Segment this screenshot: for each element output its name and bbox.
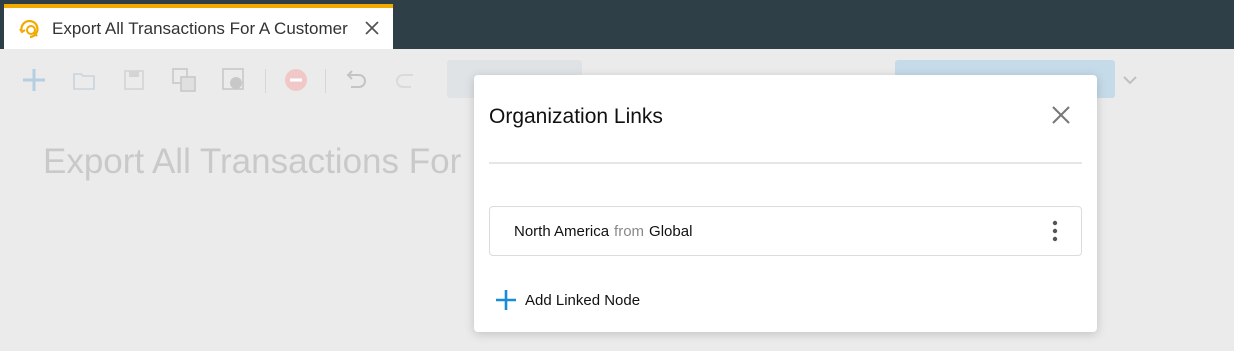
close-icon[interactable]: [1049, 103, 1073, 127]
linked-node-text: North America from Global: [514, 223, 692, 240]
linked-node-source: Global: [649, 223, 693, 240]
dialog-divider: [489, 162, 1082, 164]
undo-icon[interactable]: [343, 67, 369, 93]
toolbar-separator: [265, 69, 266, 93]
organization-links-dialog: Organization Links North America from Glob…: [474, 75, 1097, 332]
dialog-title: Organization Links: [489, 105, 663, 128]
add-icon[interactable]: [21, 67, 47, 93]
linked-node-name: North America: [514, 223, 610, 240]
page-title: Export All Transactions For: [43, 142, 462, 181]
add-linked-node-button[interactable]: Add Linked Node: [495, 288, 640, 312]
tab-bar: Export All Transactions For A Customer: [0, 0, 1234, 49]
redo-icon[interactable]: [393, 67, 419, 93]
save-info-icon[interactable]: [221, 67, 247, 93]
open-folder-icon[interactable]: [72, 67, 96, 93]
more-options-icon[interactable]: [1048, 219, 1062, 243]
tab-title: Export All Transactions For A Customer: [52, 19, 348, 38]
chevron-down-icon[interactable]: [1121, 67, 1139, 93]
copy-icon[interactable]: [171, 67, 197, 93]
document-tab[interactable]: Export All Transactions For A Customer: [4, 4, 393, 49]
linked-node-connector: from: [614, 223, 645, 240]
save-icon[interactable]: [122, 67, 146, 93]
add-linked-node-label: Add Linked Node: [525, 291, 641, 309]
stop-icon[interactable]: [283, 67, 309, 93]
workflow-search-icon: [19, 19, 39, 39]
toolbar-separator: [325, 69, 326, 93]
close-tab-icon[interactable]: [362, 18, 382, 38]
plus-icon: [496, 290, 516, 310]
linked-node-row: North America from Global: [489, 206, 1082, 256]
